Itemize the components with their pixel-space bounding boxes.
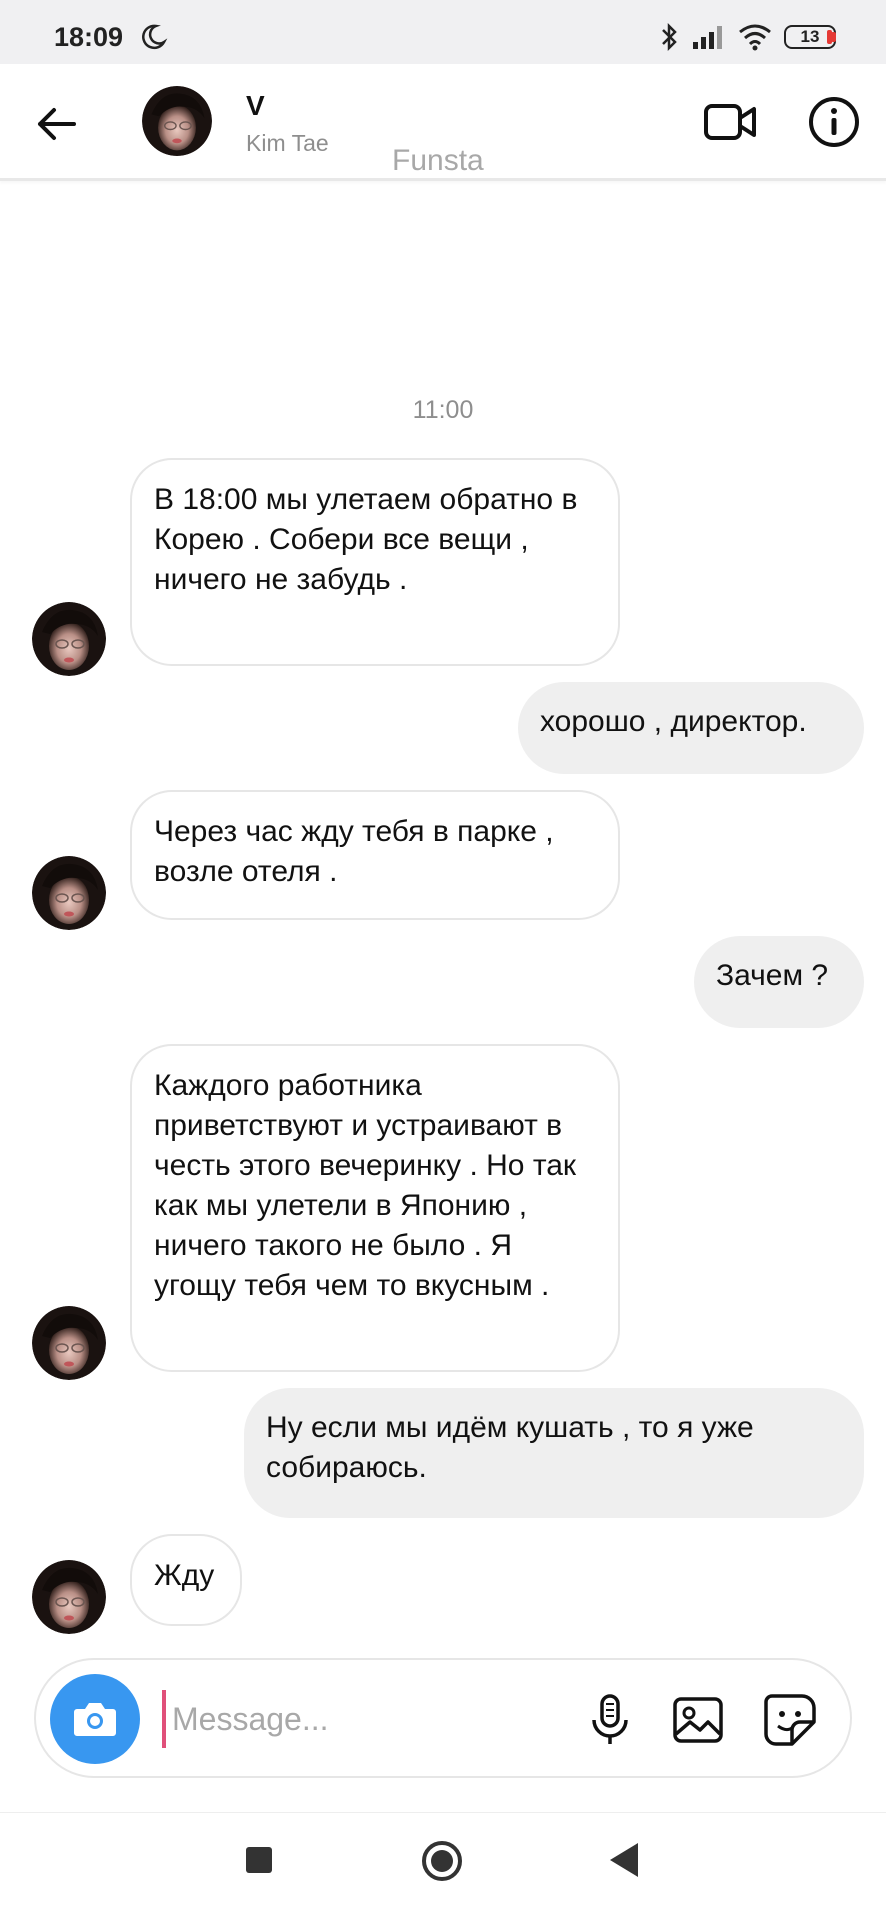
bluetooth-icon — [662, 22, 677, 52]
chat-header: V Kim Tae Funsta — [0, 64, 886, 181]
incoming-message[interactable]: Каждого работника приветствуют и устраив… — [130, 1044, 620, 1372]
outgoing-message[interactable]: Ну если мы идём кушать , то я уже собира… — [244, 1388, 864, 1518]
incoming-message[interactable]: Через час жду тебя в парке , возле отеля… — [130, 790, 620, 920]
incoming-message[interactable]: В 18:00 мы улетаем обратно в Корею . Соб… — [130, 458, 620, 666]
avatar[interactable] — [142, 86, 212, 156]
outgoing-message[interactable]: Зачем ? — [694, 936, 864, 1028]
contact-name[interactable]: V — [246, 90, 265, 122]
status-icons: 13 — [658, 20, 836, 54]
signal-icon — [693, 26, 722, 49]
watermark: Funsta — [392, 144, 484, 177]
battery-icon: 13 — [784, 25, 836, 49]
info-icon[interactable] — [806, 94, 862, 150]
message-timestamp: 11:00 — [412, 396, 474, 424]
message-text: В 18:00 мы улетаем обратно в Корею . Соб… — [154, 483, 578, 596]
status-bar: 18:09 13 — [0, 0, 886, 64]
back-arrow-icon[interactable] — [34, 102, 78, 146]
moon-icon — [142, 24, 168, 50]
message-text: хорошо , директор. — [540, 705, 807, 738]
battery-level: 13 — [800, 27, 820, 46]
gallery-icon[interactable] — [670, 1692, 726, 1748]
message-text: Жду — [154, 1559, 215, 1592]
message-text: Ну если мы идём кушать , то я уже собира… — [266, 1411, 754, 1484]
wifi-icon — [739, 24, 771, 51]
sender-avatar[interactable] — [32, 1306, 106, 1380]
camera-button[interactable] — [50, 1674, 140, 1764]
back-nav-button[interactable] — [608, 1841, 640, 1879]
message-composer — [34, 1658, 852, 1778]
message-text: Через час жду тебя в парке , возле отеля… — [154, 815, 554, 888]
sender-avatar[interactable] — [32, 1560, 106, 1634]
sender-avatar[interactable] — [32, 602, 106, 676]
sender-avatar[interactable] — [32, 856, 106, 930]
recent-apps-button[interactable] — [246, 1847, 272, 1873]
outgoing-message[interactable]: хорошо , директор. — [518, 682, 864, 774]
video-camera-icon[interactable] — [702, 94, 758, 150]
microphone-icon[interactable] — [582, 1692, 638, 1748]
contact-username: Kim Tae — [246, 130, 329, 156]
camera-icon — [74, 1703, 116, 1736]
status-time: 18:09 — [54, 22, 124, 52]
message-text: Каждого работника приветствуют и устраив… — [154, 1069, 577, 1302]
message-input[interactable] — [162, 1690, 594, 1748]
sticker-icon[interactable] — [762, 1692, 818, 1748]
incoming-message[interactable]: Жду — [130, 1534, 242, 1626]
message-text: Зачем ? — [716, 959, 829, 992]
home-button[interactable] — [420, 1839, 464, 1883]
system-nav-bar — [0, 1812, 886, 1921]
